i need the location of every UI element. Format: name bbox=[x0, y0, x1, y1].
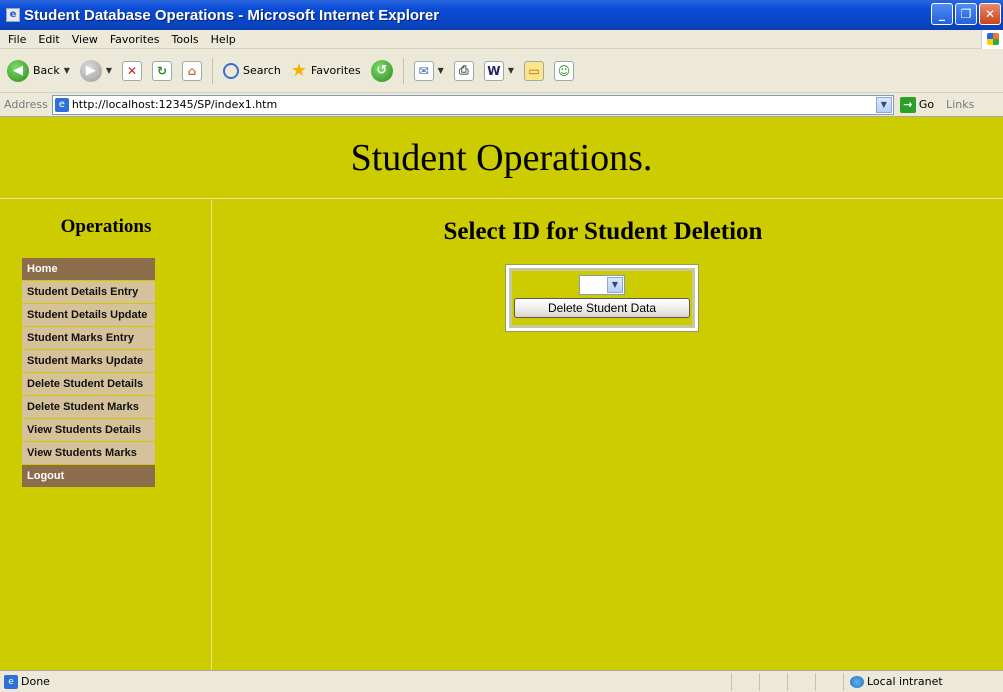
history-button[interactable]: ↺ bbox=[368, 56, 396, 86]
nav-item-logout[interactable]: Logout bbox=[22, 465, 155, 488]
menu-view[interactable]: View bbox=[66, 33, 104, 46]
close-button[interactable]: ✕ bbox=[979, 3, 1001, 25]
toolbar-separator bbox=[212, 57, 214, 84]
menu-favorites[interactable]: Favorites bbox=[104, 33, 166, 46]
nav-item-delete-student-details[interactable]: Delete Student Details bbox=[22, 373, 155, 396]
menu-edit[interactable]: Edit bbox=[32, 33, 65, 46]
menu-tools[interactable]: Tools bbox=[166, 33, 205, 46]
mail-button[interactable]: ✉ ▼ bbox=[411, 56, 447, 86]
go-label: Go bbox=[918, 98, 935, 111]
delete-student-button[interactable]: Delete Student Data bbox=[514, 298, 690, 318]
sidebar-title: Operations bbox=[60, 216, 152, 237]
nav-item-student-marks-entry[interactable]: Student Marks Entry bbox=[22, 327, 155, 350]
chevron-down-icon[interactable]: ▼ bbox=[607, 277, 623, 293]
chevron-down-icon[interactable]: ▼ bbox=[64, 66, 70, 75]
history-icon: ↺ bbox=[370, 59, 393, 82]
edit-button[interactable]: W ▼ bbox=[481, 56, 517, 86]
status-bar: e Done Local intranet bbox=[0, 670, 1003, 692]
menu-bar: File Edit View Favorites Tools Help bbox=[0, 30, 1003, 49]
content-title: Select ID for Student Deletion bbox=[443, 218, 763, 245]
nav-item-view-students-details[interactable]: View Students Details bbox=[22, 419, 155, 442]
windows-logo-icon bbox=[981, 30, 1003, 49]
messenger-button[interactable]: ☺ bbox=[551, 56, 577, 86]
toolbar-separator bbox=[402, 57, 404, 84]
home-button[interactable]: ⌂ bbox=[179, 56, 205, 86]
status-cell bbox=[731, 672, 759, 691]
go-button[interactable]: → Go bbox=[899, 96, 935, 113]
address-url[interactable]: http://localhost:12345/SP/index1.htm bbox=[72, 98, 876, 111]
links-button[interactable]: Links bbox=[946, 98, 974, 111]
search-label: Search bbox=[243, 64, 281, 77]
menu-help[interactable]: Help bbox=[205, 33, 242, 46]
student-id-select[interactable]: ▼ bbox=[579, 275, 625, 295]
nav-item-student-details-entry[interactable]: Student Details Entry bbox=[22, 281, 155, 304]
stop-button[interactable]: ✕ bbox=[119, 56, 145, 86]
back-arrow-icon: ◀ bbox=[7, 59, 29, 82]
print-button[interactable]: ⎙ bbox=[451, 56, 477, 86]
page-icon: e bbox=[54, 97, 69, 112]
status-cell bbox=[787, 672, 815, 691]
status-text: Done bbox=[21, 675, 50, 688]
window-title: Student Database Operations - Microsoft … bbox=[24, 6, 440, 24]
menu-file[interactable]: File bbox=[2, 33, 32, 46]
toolbar: ◀ Back ▼ ▶ ▼ ✕ ↻ ⌂ Search ★ Favorites ↺ … bbox=[0, 49, 1003, 93]
maximize-button[interactable]: ❐ bbox=[955, 3, 977, 25]
page-title: Student Operations. bbox=[350, 136, 653, 179]
security-zone: Local intranet bbox=[843, 672, 1003, 691]
back-button[interactable]: ◀ Back ▼ bbox=[4, 56, 73, 86]
sidebar: Operations Home Student Details Entry St… bbox=[0, 200, 212, 670]
intranet-icon bbox=[850, 675, 864, 688]
go-arrow-icon: → bbox=[899, 96, 916, 113]
chevron-down-icon[interactable]: ▼ bbox=[438, 66, 444, 75]
chevron-down-icon[interactable]: ▼ bbox=[106, 66, 112, 75]
nav-item-student-marks-update[interactable]: Student Marks Update bbox=[22, 350, 155, 373]
mail-icon: ✉ bbox=[413, 60, 434, 81]
word-icon: W bbox=[483, 60, 504, 81]
main-content: Select ID for Student Deletion ▼ Delete … bbox=[213, 200, 1003, 670]
favorites-button[interactable]: ★ Favorites bbox=[288, 56, 364, 86]
forward-button[interactable]: ▶ ▼ bbox=[77, 56, 115, 86]
refresh-icon: ↻ bbox=[152, 60, 173, 81]
nav-item-delete-student-marks[interactable]: Delete Student Marks bbox=[22, 396, 155, 419]
favorites-label: Favorites bbox=[310, 64, 361, 77]
chevron-down-icon[interactable]: ▼ bbox=[875, 96, 892, 113]
note-icon: ▭ bbox=[523, 60, 544, 81]
search-button[interactable]: Search bbox=[220, 56, 284, 86]
home-icon: ⌂ bbox=[182, 60, 203, 81]
stop-icon: ✕ bbox=[122, 60, 143, 81]
status-cells: Local intranet bbox=[731, 672, 1003, 691]
minimize-button[interactable]: _ bbox=[931, 3, 953, 25]
address-input[interactable]: e http://localhost:12345/SP/index1.htm ▼ bbox=[51, 94, 894, 115]
printer-icon: ⎙ bbox=[453, 60, 474, 81]
search-icon bbox=[223, 62, 240, 79]
address-label: Address bbox=[4, 98, 48, 111]
sidebar-nav: Home Student Details Entry Student Detai… bbox=[22, 258, 155, 488]
address-bar: Address e http://localhost:12345/SP/inde… bbox=[0, 93, 1003, 117]
delete-form: ▼ Delete Student Data bbox=[505, 264, 699, 332]
zone-label: Local intranet bbox=[867, 675, 943, 688]
page-done-icon: e bbox=[4, 674, 18, 689]
status-cell bbox=[815, 672, 843, 691]
nav-item-student-details-update[interactable]: Student Details Update bbox=[22, 304, 155, 327]
back-label: Back bbox=[33, 64, 60, 77]
star-icon: ★ bbox=[290, 60, 307, 81]
discuss-button[interactable]: ▭ bbox=[521, 56, 547, 86]
window-titlebar: e Student Database Operations - Microsof… bbox=[0, 0, 1003, 30]
web-page: Student Operations. Operations Home Stud… bbox=[0, 117, 1003, 670]
nav-item-home[interactable]: Home bbox=[22, 258, 155, 281]
ie-icon: e bbox=[6, 8, 20, 22]
page-header: Student Operations. bbox=[0, 117, 1003, 199]
chevron-down-icon[interactable]: ▼ bbox=[508, 66, 514, 75]
messenger-icon: ☺ bbox=[553, 60, 574, 81]
forward-arrow-icon: ▶ bbox=[79, 59, 102, 82]
status-cell bbox=[759, 672, 787, 691]
nav-item-view-students-marks[interactable]: View Students Marks bbox=[22, 442, 155, 465]
refresh-button[interactable]: ↻ bbox=[149, 56, 175, 86]
